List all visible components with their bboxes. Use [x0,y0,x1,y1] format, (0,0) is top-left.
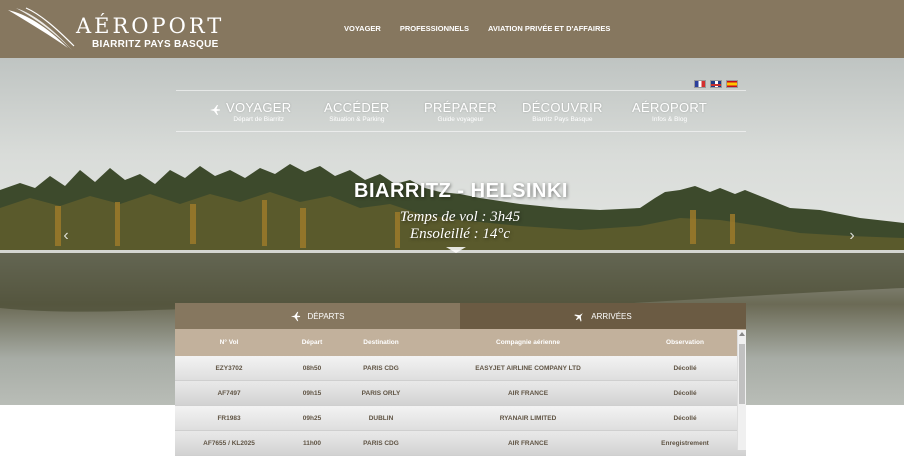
cell-airline: RYANAIR LIMITED [499,414,557,422]
cell-airline: EASYJET AIRLINE COMPANY LTD [475,364,581,372]
table-row[interactable]: FR1983 09h25 DUBLIN RYANAIR LIMITED Déco… [175,406,746,431]
slide-destination: BIARRITZ - HELSINKI [354,180,568,202]
tab-departures[interactable]: DÉPARTS [175,303,460,329]
cell-destination: PARIS CDG [363,364,399,372]
top-nav-aviation[interactable]: AVIATION PRIVÉE ET D'AFFAIRES [488,24,610,33]
logo-swoosh-icon [8,7,75,50]
cell-departure: 09h15 [302,389,322,397]
scroll-up-arrow-icon[interactable] [739,332,745,336]
site-logo[interactable]: AÉROPORT BIARRITZ PAYS BASQUE [6,6,221,52]
tab-arrivals-label: ARRIVÉES [591,311,632,321]
main-nav-aeroport[interactable]: AÉROPORT Infos & Blog [632,100,707,123]
main-nav-subtitle: Biarritz Pays Basque [532,116,593,123]
language-switcher [694,80,738,88]
col-header-destination: Destination [363,339,399,346]
top-nav-voyager[interactable]: VOYAGER [344,24,381,33]
main-nav-subtitle: Situation & Parking [329,116,385,123]
cell-flight-number: FR1983 [217,414,241,422]
main-nav-subtitle: Départ de Biarritz [233,116,284,123]
col-header-flight-number: N° Vol [219,339,239,346]
cell-observation: Décollé [673,364,697,372]
slide-flight-time: Temps de vol : 3h45 [399,209,521,225]
cell-observation: Enregistrement [661,439,709,447]
cell-observation: Décollé [673,414,697,422]
flag-fr-icon[interactable] [694,80,706,88]
cell-destination: PARIS ORLY [361,389,401,397]
top-nav: VOYAGER PROFESSIONNELS AVIATION PRIVÉE E… [344,24,629,33]
slider-next-arrow-icon[interactable]: › [846,228,858,244]
main-nav-acceder[interactable]: ACCÉDER Situation & Parking [324,100,390,123]
table-row[interactable]: AF7655 / KL2025 11h00 PARIS CDG AIR FRAN… [175,431,746,456]
cell-flight-number: AF7655 / KL2025 [203,439,255,447]
tab-arrivals[interactable]: ARRIVÉES [460,303,746,329]
flight-board: DÉPARTS ARRIVÉES N° Vol Départ Destinati… [175,303,746,456]
cell-destination: DUBLIN [368,414,394,422]
main-nav-title: ACCÉDER [324,100,390,115]
scrollbar-thumb[interactable] [739,344,745,404]
top-nav-professionnels[interactable]: PROFESSIONNELS [400,24,469,33]
main-nav-subtitle: Infos & Blog [652,116,688,123]
cell-flight-number: AF7497 [217,389,241,397]
flag-es-icon[interactable] [726,80,738,88]
cell-airline: AIR FRANCE [507,389,549,397]
main-nav-voyager[interactable]: VOYAGER Départ de Biarritz [226,100,291,123]
main-nav-subtitle: Guide voyageur [437,116,484,123]
main-nav-title: VOYAGER [226,100,292,115]
main-nav-title: DÉCOUVRIR [522,100,603,115]
col-header-airline: Compagnie aérienne [496,339,560,346]
main-nav-title: AÉROPORT [632,100,708,115]
logo-subtitle: BIARRITZ PAYS BASQUE [92,39,219,50]
slider-prev-arrow-icon[interactable]: ‹ [60,228,72,244]
plane-icon [210,105,220,115]
tab-departures-label: DÉPARTS [307,311,345,321]
main-nav-decouvrir[interactable]: DÉCOUVRIR Biarritz Pays Basque [522,100,603,123]
cell-destination: PARIS CDG [363,439,399,447]
cell-observation: Décollé [673,389,697,397]
slide-weather: Ensoleillé : 14°c [409,226,511,242]
cell-departure: 08h50 [302,364,322,372]
flight-tabs: DÉPARTS ARRIVÉES [175,303,746,329]
table-row[interactable]: EZY3702 08h50 PARIS CDG EASYJET AIRLINE … [175,356,746,381]
slider-indicator-icon [446,247,466,253]
col-header-observation: Observation [666,339,704,346]
top-bar: AÉROPORT BIARRITZ PAYS BASQUE VOYAGER PR… [0,0,904,58]
cell-departure: 09h25 [302,414,322,422]
flight-table-scrollbar[interactable] [737,330,746,450]
main-nav-title: PRÉPARER [424,100,497,115]
main-nav-preparer[interactable]: PRÉPARER Guide voyageur [424,100,497,123]
cell-departure: 11h00 [302,439,322,447]
main-nav-top-divider [176,90,746,91]
flight-table-header: N° Vol Départ Destination Compagnie aéri… [175,329,746,356]
flag-uk-icon[interactable] [710,80,722,88]
departure-plane-icon [291,311,301,321]
cell-airline: AIR FRANCE [507,439,549,447]
logo-title: AÉROPORT [76,14,225,38]
main-nav-bottom-divider [176,131,746,132]
col-header-departure: Départ [301,339,323,346]
table-row[interactable]: AF7497 09h15 PARIS ORLY AIR FRANCE Décol… [175,381,746,406]
arrival-plane-icon [574,312,584,322]
cell-flight-number: EZY3702 [215,364,243,372]
